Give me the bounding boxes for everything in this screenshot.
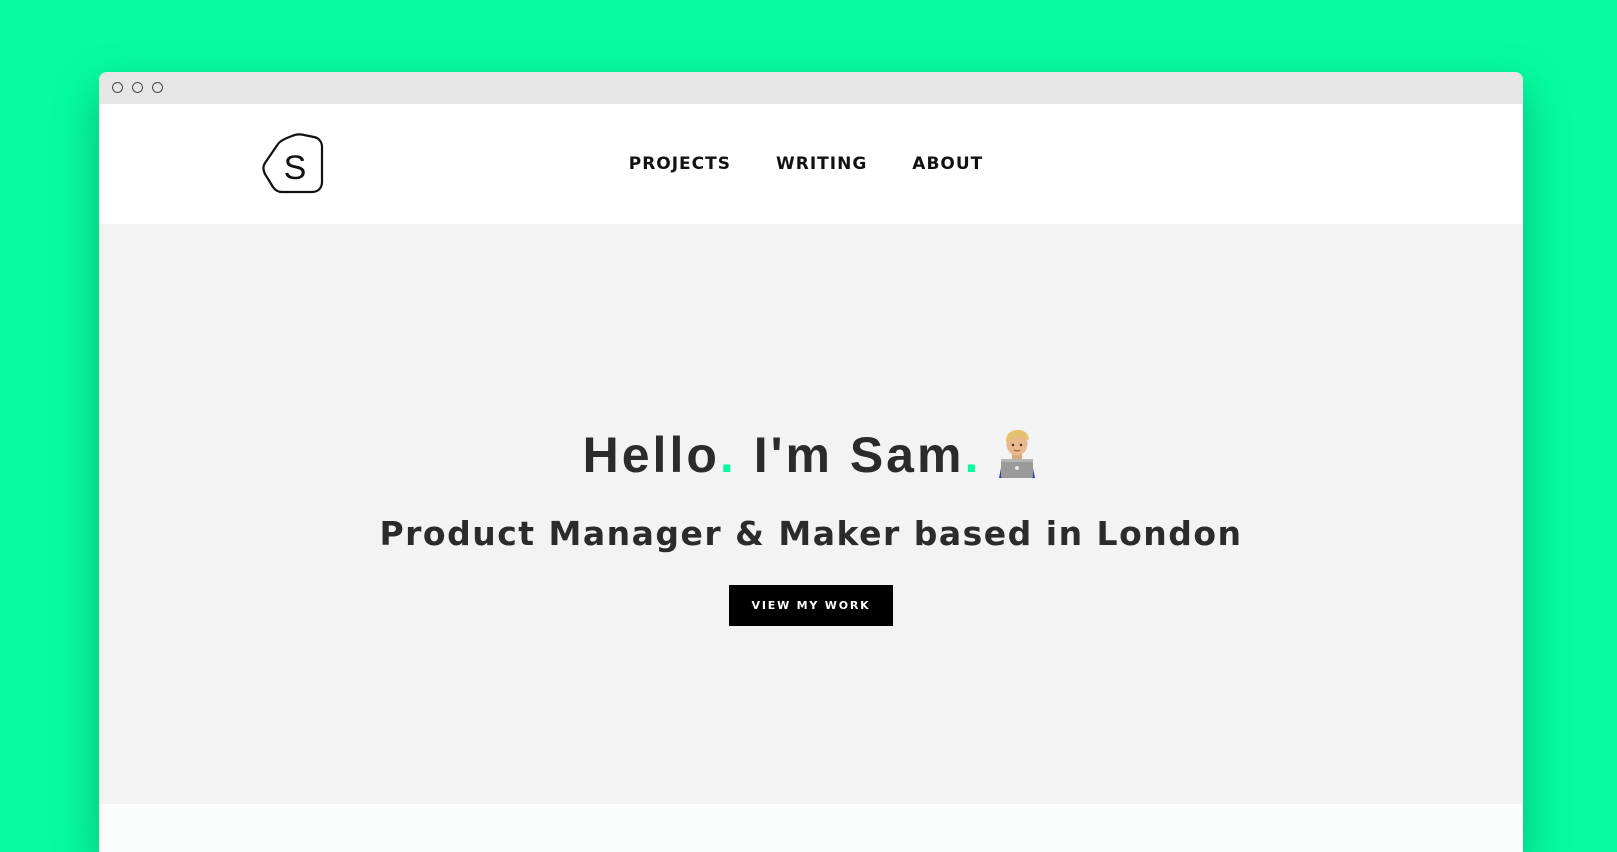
minimize-window-button[interactable] <box>132 82 143 93</box>
accent-period: . <box>719 427 737 483</box>
browser-window: S PROJECTS WRITING ABOUT Hello. I'm Sam.… <box>99 72 1523 852</box>
hero-name: I'm Sam <box>753 427 965 483</box>
technologist-emoji-icon <box>999 430 1036 478</box>
hero-title: Hello. I'm Sam. <box>99 426 1523 484</box>
nav-item-about[interactable]: ABOUT <box>912 152 983 176</box>
nav-item-projects[interactable]: PROJECTS <box>629 152 731 176</box>
hero-subtitle: Product Manager & Maker based in London <box>379 514 1243 553</box>
maximize-window-button[interactable] <box>152 82 163 93</box>
hero-section: Hello. I'm Sam. Product Manager & Maker … <box>99 224 1523 804</box>
main-nav: PROJECTS WRITING ABOUT <box>99 152 1523 176</box>
close-window-button[interactable] <box>112 82 123 93</box>
accent-period: . <box>964 427 982 483</box>
hero-greeting: Hello <box>582 427 720 483</box>
next-section <box>99 804 1523 852</box>
site-header: S PROJECTS WRITING ABOUT <box>99 104 1523 224</box>
view-my-work-button[interactable]: VIEW MY WORK <box>729 585 893 626</box>
browser-titlebar <box>99 72 1523 104</box>
nav-item-writing[interactable]: WRITING <box>776 152 867 176</box>
